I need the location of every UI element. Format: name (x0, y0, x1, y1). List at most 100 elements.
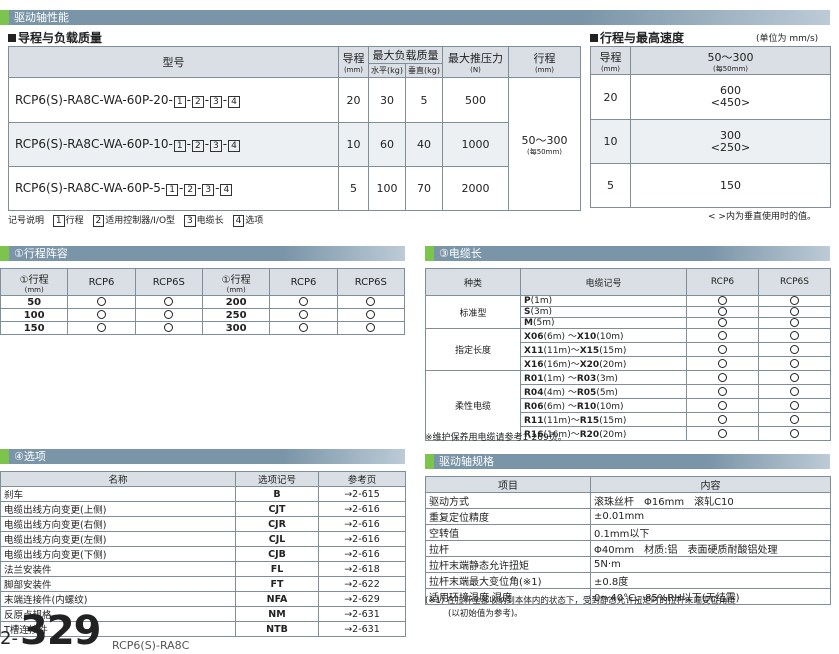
spec-note-2: (以初始值为参考)。 (448, 609, 523, 619)
cable-table: 种类 电缆记号 RCP6 RCP6S 标准型 P(1m) S(3m) M(5m) … (425, 268, 831, 441)
table-cell: 重复定位精度 (425, 508, 591, 525)
speed-heading: 行程与最高速度 (590, 29, 684, 46)
page-prefix: 2- (0, 628, 18, 649)
spec-note-1: (※1) 在拉杆全部收纳到本体内的状态下，受到静态允许扭矩时的拉杆末端变位角度 (425, 596, 736, 606)
available-circle-icon (718, 358, 727, 368)
available-circle-icon (790, 428, 799, 438)
table-cell: 250 (201, 308, 271, 322)
table-header-cell: RCP6 (686, 268, 759, 296)
table-cell: NTB (235, 621, 319, 637)
table-cell: X16(16m)～X20(20m) (520, 356, 687, 371)
number-box: 2 (92, 215, 105, 227)
cable-note: ※维护保养用电缆请参考1-269页。 (425, 433, 567, 443)
table-cell: 指定长度 (425, 328, 521, 371)
table-cell (336, 321, 406, 335)
table-cell: X11(11m)～X15(15m) (520, 342, 687, 357)
section-title: 驱动轴性能 (14, 11, 69, 24)
available-circle-icon (790, 344, 799, 354)
available-circle-icon (718, 386, 727, 396)
table-cell: →2-615 (318, 486, 406, 502)
table-cell: R01(1m) ～R03(3m) (520, 370, 687, 385)
table-cell: ±0.8度 (590, 572, 831, 589)
table-header-cell: RCP6S (758, 268, 831, 296)
accent-marker (0, 10, 9, 25)
table-cell: 5 (590, 163, 631, 208)
table-cell: FT (235, 576, 319, 592)
table-cell (67, 295, 136, 309)
table-cell: →2-616 (318, 516, 406, 532)
table-cell: 标准型 (425, 295, 521, 329)
stroke-table: ①行程 (mm) RCP6 RCP6S ①行程 (mm) RCP6 RCP6S 50… (0, 268, 406, 335)
table-cell: 电缆出线方向变更(左侧) (0, 531, 236, 547)
col-range: 50～300 (每50mm) (630, 46, 831, 75)
number-box: 4 (220, 184, 233, 196)
table-cell (758, 370, 831, 385)
number-box: 3 (202, 184, 215, 196)
table-header-cell: 参考页 (318, 471, 406, 487)
page-number: 329 (20, 608, 101, 654)
available-circle-icon (164, 323, 174, 332)
available-circle-icon (96, 323, 106, 332)
available-circle-icon (790, 307, 799, 316)
table-cell: 10 (590, 119, 631, 164)
table-header-cell: 内容 (590, 476, 831, 493)
table-cell: →2-631 (318, 606, 406, 622)
table-cell: 100 (0, 308, 69, 322)
table-cell (758, 295, 831, 307)
spec-table: 项目 内容 驱动方式 滚珠丝杆 Φ16mm 滚轧C10 重复定位精度 ±0.01mm … (425, 476, 831, 605)
col-max-load: 最大负载质量 (368, 46, 443, 64)
number-box: 3 (210, 95, 222, 108)
available-circle-icon (790, 372, 799, 382)
table-header-cell: 选项记号 (235, 471, 319, 487)
table-cell (269, 321, 338, 335)
thrust-cell: 500 (442, 77, 509, 123)
number-box: 2 (191, 95, 204, 108)
available-circle-icon (298, 310, 308, 319)
thrust-cell: 2000 (442, 166, 509, 211)
spec-title-bar: 驱动轴规格 (425, 454, 830, 469)
table-cell (134, 308, 203, 322)
number-box: 1 (166, 184, 178, 196)
available-circle-icon (164, 297, 174, 306)
table-cell (67, 308, 136, 322)
table-cell: R04(4m) ～R05(5m) (520, 384, 687, 399)
col-model: 型号 (8, 46, 339, 78)
table-cell (336, 295, 406, 309)
table-cell (686, 384, 759, 399)
h-cell: 60 (368, 122, 406, 167)
table-cell (686, 295, 759, 307)
legend: 记号说明 1 行程 2 适用控制器/I/O型 3 电缆长 4 选项 (8, 215, 264, 227)
speed-unit: (单位为 mm/s) (756, 34, 819, 44)
available-circle-icon (790, 414, 799, 424)
table-header-cell: 名称 (0, 471, 236, 487)
available-circle-icon (718, 414, 727, 424)
table-cell (758, 384, 831, 399)
square-bullet-icon (590, 34, 598, 42)
table-cell (758, 398, 831, 413)
table-cell (758, 426, 831, 441)
table-cell: Φ40mm 材质:铝 表面硬质耐酸铝处理 (590, 540, 831, 557)
speed-table: 导程 (mm) 50～300 (每50mm) 20 600 <450> 10 300 <25… (590, 46, 831, 208)
available-circle-icon (790, 330, 799, 340)
table-cell: CJR (235, 516, 319, 532)
table-cell: 脚部安装件 (0, 576, 236, 592)
available-circle-icon (298, 297, 308, 306)
table-cell (134, 295, 203, 309)
h-cell: 30 (368, 77, 406, 123)
table-cell (758, 317, 831, 329)
available-circle-icon (790, 318, 799, 327)
table-cell: 5N·m (590, 556, 831, 573)
table-cell: 300 <250> (630, 119, 831, 164)
available-circle-icon (790, 386, 799, 396)
available-circle-icon (718, 344, 727, 354)
table-header-cell: RCP6S (336, 268, 406, 296)
number-box: 2 (184, 184, 197, 196)
available-circle-icon (96, 297, 106, 306)
guide-heading: 导程与负载质量 (8, 29, 102, 46)
table-cell: →2-616 (318, 501, 406, 517)
available-circle-icon (366, 310, 376, 319)
v-cell: 70 (405, 166, 443, 211)
table-header-cell: ①行程 (mm) (201, 268, 271, 296)
model-cell: RCP6(S)-RA8C-WA-60P-20- 1-2-3-4 (8, 77, 339, 123)
options-title-bar: ④选项 (0, 449, 405, 464)
